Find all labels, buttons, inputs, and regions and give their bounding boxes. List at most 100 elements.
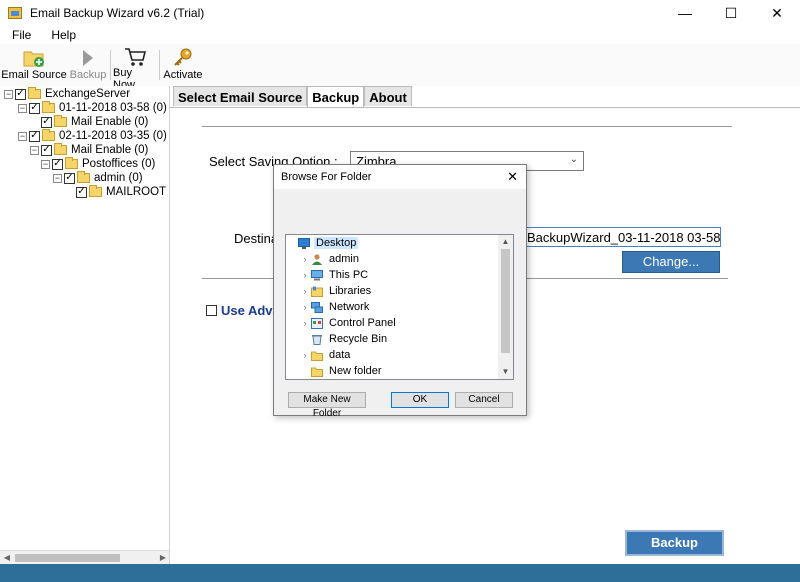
tree-node[interactable]: − ✓ admin (0) bbox=[53, 171, 143, 185]
email-source-button[interactable]: Email Source bbox=[0, 44, 68, 86]
scroll-left-icon[interactable]: ◀ bbox=[0, 553, 14, 562]
scroll-up-icon[interactable]: ▲ bbox=[498, 235, 513, 249]
folder-item-control-panel[interactable]: › Control Panel bbox=[299, 315, 398, 331]
buy-now-button[interactable]: Buy Now bbox=[113, 44, 157, 91]
tree-label: 02-11-2018 03-35 (0) bbox=[59, 130, 167, 142]
folder-add-icon bbox=[22, 47, 46, 69]
title-bar: Email Backup Wizard v6.2 (Trial) — ☐ ✕ bbox=[0, 0, 800, 26]
folder-icon bbox=[311, 366, 323, 377]
tree-label: Postoffices (0) bbox=[82, 158, 156, 170]
use-advance-label[interactable]: Use Adva bbox=[221, 303, 280, 318]
close-button[interactable]: ✕ bbox=[754, 0, 800, 26]
folder-label: Network bbox=[329, 301, 370, 313]
backup-toolbar-label: Backup bbox=[69, 69, 107, 81]
tree-checkbox[interactable]: ✓ bbox=[29, 102, 40, 114]
tree-checkbox[interactable]: ✓ bbox=[64, 172, 75, 184]
folder-label: Control Panel bbox=[329, 317, 396, 329]
tree-checkbox[interactable]: ✓ bbox=[29, 130, 40, 142]
collapse-icon[interactable]: − bbox=[4, 89, 13, 99]
folder-icon bbox=[65, 157, 78, 169]
tree-horizontal-scrollbar[interactable]: ◀ ▶ bbox=[0, 550, 169, 564]
dialog-close-icon[interactable]: ✕ bbox=[507, 169, 518, 185]
tree-node[interactable]: − ✓ 01-11-2018 03-58 (0) bbox=[18, 101, 167, 115]
destination-path-field[interactable]: BackupWizard_03-11-2018 03-58 bbox=[523, 227, 721, 247]
menu-bar: File Help bbox=[0, 26, 800, 44]
tab-about[interactable]: About bbox=[364, 86, 412, 106]
folder-item-desktop[interactable]: Desktop bbox=[286, 235, 359, 251]
use-advance-checkbox[interactable] bbox=[206, 305, 217, 316]
window-controls: — ☐ ✕ bbox=[662, 0, 800, 26]
backup-toolbar-button[interactable]: Backup bbox=[68, 44, 108, 86]
chevron-right-icon[interactable]: › bbox=[299, 302, 311, 312]
tree-node[interactable]: − ✓ 02-11-2018 03-35 (0) bbox=[18, 129, 167, 143]
tab-backup[interactable]: Backup bbox=[307, 86, 365, 108]
tree-node-root[interactable]: − ✓ ExchangeServer bbox=[4, 87, 130, 101]
chevron-right-icon[interactable]: › bbox=[299, 270, 311, 280]
backup-button[interactable]: Backup bbox=[625, 530, 724, 556]
tree-checkbox[interactable]: ✓ bbox=[41, 144, 52, 156]
tree-checkbox[interactable]: ✓ bbox=[15, 88, 26, 100]
folder-item-new-folder[interactable]: New folder bbox=[299, 363, 384, 379]
chevron-right-icon[interactable]: › bbox=[299, 350, 311, 360]
collapse-icon[interactable]: − bbox=[18, 103, 27, 113]
collapse-icon[interactable]: − bbox=[41, 159, 50, 169]
tree-label: MAILROOT (0 bbox=[106, 186, 169, 198]
folder-icon bbox=[77, 171, 90, 183]
tree-node[interactable]: − ✓ Postoffices (0) bbox=[41, 157, 155, 171]
dialog-title: Browse For Folder bbox=[281, 171, 372, 183]
folder-label: data bbox=[329, 349, 351, 361]
folder-item-data[interactable]: › data bbox=[299, 347, 352, 363]
folder-label: admin bbox=[329, 253, 359, 265]
tab-select-email-source[interactable]: Select Email Source bbox=[173, 86, 308, 106]
menu-file[interactable]: File bbox=[0, 28, 39, 42]
folder-icon bbox=[311, 350, 323, 361]
chevron-right-icon[interactable]: › bbox=[299, 286, 311, 296]
chevron-down-icon: ⌄ bbox=[569, 154, 578, 165]
cancel-button[interactable]: Cancel bbox=[455, 392, 513, 408]
tree-checkbox[interactable]: ✓ bbox=[41, 116, 52, 128]
make-new-folder-button[interactable]: Make New Folder bbox=[288, 392, 366, 419]
email-source-label: Email Source bbox=[1, 69, 67, 81]
collapse-icon[interactable]: − bbox=[30, 145, 39, 155]
tree-checkbox[interactable]: ✓ bbox=[52, 158, 63, 170]
folder-icon bbox=[42, 129, 55, 141]
folder-item-admin[interactable]: › admin bbox=[299, 251, 361, 267]
tree-label: Mail Enable (0) bbox=[71, 116, 149, 128]
scroll-thumb[interactable] bbox=[501, 249, 510, 353]
folder-icon bbox=[54, 115, 67, 127]
control-panel-icon bbox=[311, 317, 323, 329]
play-icon bbox=[76, 47, 100, 69]
chevron-right-icon[interactable]: › bbox=[299, 318, 311, 328]
folder-label: Recycle Bin bbox=[329, 333, 388, 345]
dialog-title-bar: Browse For Folder ✕ bbox=[274, 165, 526, 189]
folder-tree-scrollbar[interactable]: ▲ ▼ bbox=[498, 235, 513, 379]
user-icon bbox=[311, 253, 323, 265]
scroll-right-icon[interactable]: ▶ bbox=[156, 553, 169, 562]
collapse-icon[interactable]: − bbox=[53, 173, 62, 183]
window-title: Email Backup Wizard v6.2 (Trial) bbox=[30, 6, 205, 20]
toolbar: Email Source Backup Buy Now Activate bbox=[0, 44, 800, 91]
tree-node[interactable]: ✓ Mail Enable (0) bbox=[41, 115, 148, 129]
folder-item-this-pc[interactable]: › This PC bbox=[299, 267, 370, 283]
ok-button[interactable]: OK bbox=[391, 392, 449, 408]
collapse-icon[interactable]: − bbox=[18, 131, 27, 141]
tree-checkbox[interactable]: ✓ bbox=[76, 186, 87, 198]
tree-label: 01-11-2018 03-58 (0) bbox=[59, 102, 167, 114]
minimize-button[interactable]: — bbox=[662, 0, 708, 26]
scroll-down-icon[interactable]: ▼ bbox=[498, 365, 513, 379]
menu-help[interactable]: Help bbox=[39, 28, 84, 42]
tree-node[interactable]: ✓ MAILROOT (0 bbox=[76, 185, 169, 199]
desktop-icon bbox=[298, 237, 310, 249]
folder-item-network[interactable]: › Network bbox=[299, 299, 371, 315]
activate-button[interactable]: Activate bbox=[162, 44, 204, 86]
folder-icon bbox=[54, 143, 67, 155]
app-icon bbox=[8, 7, 22, 19]
folder-item-recycle-bin[interactable]: Recycle Bin bbox=[299, 331, 389, 347]
maximize-button[interactable]: ☐ bbox=[708, 0, 754, 26]
folder-item-libraries[interactable]: › Libraries bbox=[299, 283, 373, 299]
cart-icon bbox=[123, 47, 147, 67]
change-destination-button[interactable]: Change... bbox=[622, 251, 720, 273]
chevron-right-icon[interactable]: › bbox=[299, 254, 311, 264]
tree-node[interactable]: − ✓ Mail Enable (0) bbox=[30, 143, 148, 157]
scroll-thumb[interactable] bbox=[15, 554, 120, 562]
